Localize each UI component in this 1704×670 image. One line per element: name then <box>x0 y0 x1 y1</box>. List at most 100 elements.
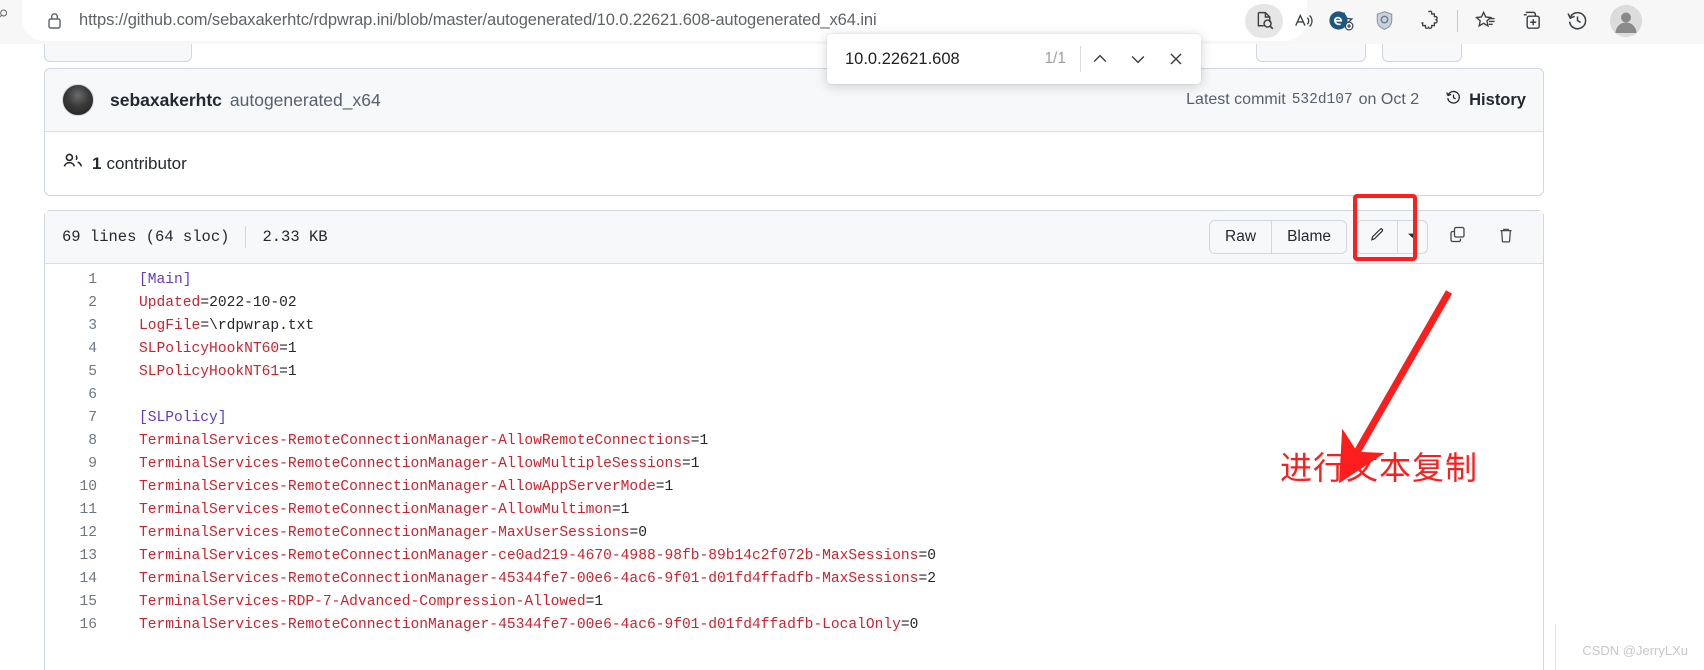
ini-value-token: =2 <box>918 571 936 587</box>
delete-file-button[interactable] <box>1486 220 1526 254</box>
ini-key-token: LogFile <box>139 318 201 334</box>
contributor-label: contributor <box>106 153 187 173</box>
trash-icon <box>1497 226 1515 249</box>
branch-selector-partial[interactable] <box>44 44 192 62</box>
code-line: 5 SLPolicyHookNT61=1 <box>45 361 1543 384</box>
file-viewer-box: 69 lines (64 sloc) 2.33 KB Raw Blame 1 [… <box>44 194 1544 670</box>
ini-value-token: =1 <box>655 479 674 495</box>
line-number[interactable]: 2 <box>45 292 97 315</box>
line-number[interactable]: 13 <box>45 545 97 568</box>
line-content[interactable]: TerminalServices-RemoteConnectionManager… <box>97 476 673 499</box>
ini-value-token: =0 <box>918 548 936 564</box>
find-previous-button[interactable] <box>1081 40 1119 78</box>
extensions-icon[interactable] <box>1407 0 1453 41</box>
ini-value-token: =1 <box>585 594 604 610</box>
contributor-count: 1 <box>92 153 102 173</box>
blame-button[interactable]: Blame <box>1271 221 1346 253</box>
line-number[interactable]: 3 <box>45 315 97 338</box>
favorites-icon[interactable] <box>1462 0 1508 41</box>
shield-icon[interactable] <box>1361 0 1407 41</box>
ini-value-token: =\rdpwrap.txt <box>200 318 315 334</box>
line-content[interactable]: TerminalServices-RemoteConnectionManager… <box>97 499 629 522</box>
line-content[interactable]: TerminalServices-RemoteConnectionManager… <box>97 568 936 591</box>
line-content[interactable]: SLPolicyHookNT61=1 <box>97 361 297 384</box>
line-content[interactable]: TerminalServices-RemoteConnectionManager… <box>97 430 708 453</box>
ini-value-token: =0 <box>900 617 919 633</box>
raw-button[interactable]: Raw <box>1210 221 1272 253</box>
line-content[interactable]: [Main] <box>97 269 192 292</box>
line-number[interactable]: 1 <box>45 269 97 292</box>
commit-message[interactable]: autogenerated_x64 <box>230 90 381 111</box>
line-number[interactable]: 9 <box>45 453 97 476</box>
commit-author[interactable]: sebaxakerhtc <box>110 90 222 111</box>
find-next-button[interactable] <box>1119 40 1157 78</box>
code-line: 12 TerminalServices-RemoteConnectionManag… <box>45 522 1543 545</box>
find-close-button[interactable] <box>1157 40 1195 78</box>
line-content[interactable]: LogFile=\rdpwrap.txt <box>97 315 314 338</box>
history-clock-icon <box>1445 89 1462 111</box>
ini-key-token: TerminalServices-RemoteConnectionManager… <box>139 502 612 518</box>
ini-key-token: TerminalServices-RDP-7-Advanced-Compress… <box>139 594 586 610</box>
line-number[interactable]: 11 <box>45 499 97 522</box>
ini-key-token: TerminalServices-RemoteConnectionManager… <box>139 525 630 541</box>
line-content[interactable]: Updated=2022-10-02 <box>97 292 297 315</box>
find-on-page-icon[interactable] <box>1245 3 1283 38</box>
code-line: 2 Updated=2022-10-02 <box>45 292 1543 315</box>
raw-blame-button-group: Raw Blame <box>1209 220 1347 254</box>
ini-key-token: TerminalServices-RemoteConnectionManager… <box>139 571 919 587</box>
code-line: 14 TerminalServices-RemoteConnectionManag… <box>45 568 1543 591</box>
commit-sha[interactable]: 532d107 <box>1292 92 1353 108</box>
people-icon <box>63 153 83 174</box>
find-match-count: 1/1 <box>1044 50 1066 67</box>
toolbar-divider <box>1457 9 1458 32</box>
ini-value-token: =1 <box>611 502 630 518</box>
ini-key-token: TerminalServices-RemoteConnectionManager… <box>139 479 656 495</box>
contributors-row[interactable]: 1 contributor <box>45 132 1543 195</box>
edge-copilot-icon[interactable] <box>1315 0 1361 41</box>
file-lines-info: 69 lines (64 sloc) <box>62 228 230 246</box>
line-number[interactable]: 12 <box>45 522 97 545</box>
line-content[interactable]: TerminalServices-RemoteConnectionManager… <box>97 453 700 476</box>
code-line: 7 [SLPolicy] <box>45 407 1543 430</box>
avatar[interactable] <box>62 84 94 116</box>
page-action-partial-1[interactable] <box>1256 44 1366 62</box>
code-line: 16 TerminalServices-RemoteConnectionManag… <box>45 614 1543 637</box>
lock-icon <box>46 11 63 31</box>
line-content[interactable]: [SLPolicy] <box>97 407 227 430</box>
copy-raw-contents-button[interactable] <box>1437 220 1477 254</box>
commit-row: sebaxakerhtc autogenerated_x64 Latest co… <box>45 69 1543 132</box>
line-number[interactable]: 14 <box>45 568 97 591</box>
line-number[interactable]: 10 <box>45 476 97 499</box>
ini-value-token: =0 <box>629 525 647 541</box>
collections-icon[interactable] <box>1508 0 1554 41</box>
ini-section-token: [SLPolicy] <box>139 410 227 426</box>
history-icon[interactable] <box>1554 0 1600 41</box>
line-number[interactable]: 6 <box>45 384 97 407</box>
watermark-divider <box>1555 624 1556 670</box>
line-number[interactable]: 7 <box>45 407 97 430</box>
edit-file-button[interactable] <box>1357 221 1397 253</box>
ini-value-token: =1 <box>690 433 709 449</box>
github-file-page: sebaxakerhtc autogenerated_x64 Latest co… <box>0 44 1704 670</box>
profile-avatar[interactable] <box>1610 4 1642 37</box>
line-content[interactable]: TerminalServices-RDP-7-Advanced-Compress… <box>97 591 603 614</box>
line-content[interactable]: SLPolicyHookNT60=1 <box>97 338 297 361</box>
code-line: 1 [Main] <box>45 269 1543 292</box>
edit-options-caret[interactable] <box>1397 221 1427 253</box>
history-link[interactable]: History <box>1445 89 1526 111</box>
line-content[interactable]: TerminalServices-RemoteConnectionManager… <box>97 522 647 545</box>
line-number[interactable]: 5 <box>45 361 97 384</box>
line-number[interactable]: 4 <box>45 338 97 361</box>
find-input[interactable] <box>843 48 1033 70</box>
page-action-partial-2[interactable] <box>1382 44 1462 62</box>
line-number[interactable]: 15 <box>45 591 97 614</box>
ini-key-token: Updated <box>139 295 201 311</box>
line-number[interactable]: 8 <box>45 430 97 453</box>
file-header-toolbar: 69 lines (64 sloc) 2.33 KB Raw Blame <box>45 194 1543 264</box>
ini-key-token: TerminalServices-RemoteConnectionManager… <box>139 433 691 449</box>
ini-key-token: TerminalServices-RemoteConnectionManager… <box>139 456 682 472</box>
ini-value-token: =1 <box>681 456 700 472</box>
line-content[interactable]: TerminalServices-RemoteConnectionManager… <box>97 614 918 637</box>
line-number[interactable]: 16 <box>45 614 97 637</box>
line-content[interactable]: TerminalServices-RemoteConnectionManager… <box>97 545 936 568</box>
